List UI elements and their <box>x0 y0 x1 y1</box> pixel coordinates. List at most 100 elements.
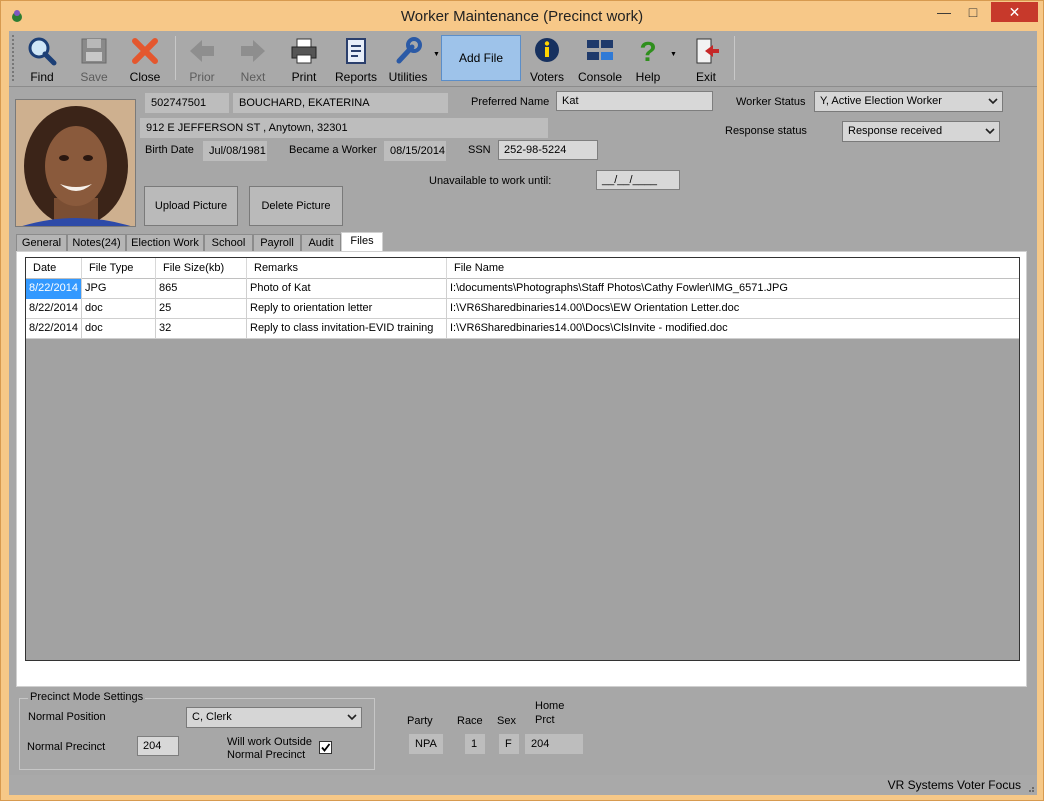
tab-school[interactable]: School <box>204 234 253 252</box>
prior-button[interactable]: Prior <box>183 34 221 84</box>
printer-icon <box>291 38 317 64</box>
cell-date[interactable]: 8/22/2014 <box>26 279 82 299</box>
unavailable-until-input[interactable]: __/__/____ <box>596 170 680 190</box>
worker-status-select[interactable]: Y, Active Election Worker <box>814 91 1003 112</box>
worker-id-field: 502747501 <box>145 93 229 113</box>
reports-button[interactable]: Reports <box>334 34 378 84</box>
worker-status-value: Y, Active Election Worker <box>820 95 942 107</box>
print-button[interactable]: Print <box>285 34 323 84</box>
precinct-mode-settings-title: Precinct Mode Settings <box>28 691 146 703</box>
exit-button[interactable]: Exit <box>687 34 725 84</box>
work-outside-label-line1: Will work Outside <box>227 736 312 748</box>
work-outside-label: Will work Outside Normal Precinct <box>227 736 312 762</box>
upload-picture-button[interactable]: Upload Picture <box>144 186 238 226</box>
normal-precinct-input[interactable]: 204 <box>137 736 179 756</box>
ssn-input[interactable]: 252-98-5224 <box>498 140 598 160</box>
cell-remarks[interactable]: Reply to class invitation-EVID training <box>247 319 447 339</box>
next-label: Next <box>240 70 266 84</box>
print-label: Print <box>291 70 317 84</box>
close-label: Close <box>129 70 161 84</box>
add-file-button[interactable]: Add File <box>441 35 521 81</box>
chevron-down-icon <box>988 98 998 105</box>
normal-precinct-label: Normal Precinct <box>27 741 106 753</box>
toolbar: Find Save Close Prior Next Print Reports… <box>9 31 1037 87</box>
cell-file-type[interactable]: doc <box>82 299 156 319</box>
tab-audit[interactable]: Audit <box>301 234 341 252</box>
cell-file-size[interactable]: 32 <box>156 319 247 339</box>
column-header-file-type[interactable]: File Type <box>82 258 156 279</box>
close-window-button[interactable]: ✕ <box>991 2 1038 22</box>
table-row[interactable]: 8/22/2014 doc 25 Reply to orientation le… <box>26 299 1019 319</box>
normal-position-select[interactable]: C, Clerk <box>186 707 362 728</box>
tab-files[interactable]: Files <box>341 232 383 253</box>
help-button[interactable]: ? Help <box>631 34 665 84</box>
column-header-file-name[interactable]: File Name <box>447 258 1019 279</box>
help-label: Help <box>635 70 661 84</box>
became-worker-field: 08/15/2014 <box>384 141 446 161</box>
exit-label: Exit <box>695 70 716 84</box>
resize-grip-icon[interactable] <box>1025 783 1035 793</box>
minimize-button[interactable]: — <box>929 2 959 22</box>
chevron-down-icon <box>347 714 357 721</box>
voters-label: Voters <box>529 70 565 84</box>
work-outside-label-line2: Normal Precinct <box>227 749 306 761</box>
toolbar-separator <box>175 36 176 80</box>
tab-notes[interactable]: Notes(24) <box>67 234 126 252</box>
tab-payroll[interactable]: Payroll <box>253 234 301 252</box>
chevron-down-icon <box>985 128 995 135</box>
left-arrow-icon <box>190 40 214 62</box>
sex-field: F <box>499 734 519 754</box>
became-worker-label: Became a Worker <box>289 144 377 156</box>
title-bar: Worker Maintenance (Precinct work) — □ ✕ <box>1 1 1043 31</box>
tab-election-work[interactable]: Election Work <box>126 234 204 252</box>
utilities-button[interactable]: Utilities <box>386 34 430 84</box>
close-button[interactable]: Close <box>126 34 164 84</box>
cell-file-size[interactable]: 25 <box>156 299 247 319</box>
console-label: Console <box>577 70 623 84</box>
delete-picture-button[interactable]: Delete Picture <box>249 186 343 226</box>
maximize-button[interactable]: □ <box>958 2 988 22</box>
voters-button[interactable]: Voters <box>528 34 566 84</box>
next-button[interactable]: Next <box>234 34 272 84</box>
files-tab-panel: Date File Type File Size(kb) Remarks Fil… <box>16 251 1027 687</box>
portrait-image <box>16 100 135 226</box>
cell-date[interactable]: 8/22/2014 <box>26 319 82 339</box>
exit-door-icon <box>696 38 719 64</box>
status-bar: VR Systems Voter Focus <box>9 775 1037 795</box>
question-mark-icon: ? <box>639 36 656 66</box>
save-button[interactable]: Save <box>75 34 113 84</box>
red-x-icon <box>132 38 158 64</box>
utilities-dropdown-icon[interactable]: ▼ <box>433 51 440 58</box>
console-button[interactable]: Console <box>577 34 623 84</box>
work-outside-checkbox[interactable] <box>319 741 332 754</box>
find-button[interactable]: Find <box>23 34 61 84</box>
table-row[interactable]: 8/22/2014 doc 32 Reply to class invitati… <box>26 319 1019 339</box>
column-header-remarks[interactable]: Remarks <box>247 258 447 279</box>
help-dropdown-icon[interactable]: ▼ <box>670 51 677 58</box>
cell-file-name[interactable]: I:\VR6Sharedbinaries14.00\Docs\ClsInvite… <box>447 319 1019 339</box>
cell-date[interactable]: 8/22/2014 <box>26 299 82 319</box>
tab-general[interactable]: General <box>16 234 67 252</box>
cell-file-name[interactable]: I:\documents\Photographs\Staff Photos\Ca… <box>447 279 1019 299</box>
normal-position-label: Normal Position <box>28 711 106 723</box>
checkmark-icon <box>321 743 331 752</box>
cell-remarks[interactable]: Reply to orientation letter <box>247 299 447 319</box>
table-row[interactable]: 8/22/2014 JPG 865 Photo of Kat I:\docume… <box>26 279 1019 299</box>
response-status-value: Response received <box>848 125 943 137</box>
preferred-name-input[interactable]: Kat <box>556 91 713 111</box>
cell-remarks[interactable]: Photo of Kat <box>247 279 447 299</box>
normal-position-value: C, Clerk <box>192 711 232 723</box>
cell-file-size[interactable]: 865 <box>156 279 247 299</box>
column-header-file-size[interactable]: File Size(kb) <box>156 258 247 279</box>
response-status-select[interactable]: Response received <box>842 121 1000 142</box>
prior-label: Prior <box>189 70 215 84</box>
race-label: Race <box>457 715 483 727</box>
files-grid-header: Date File Type File Size(kb) Remarks Fil… <box>26 258 1019 279</box>
cell-file-type[interactable]: doc <box>82 319 156 339</box>
utilities-label: Utilities <box>388 70 428 84</box>
column-header-date[interactable]: Date <box>26 258 82 279</box>
sex-label: Sex <box>497 715 516 727</box>
cell-file-type[interactable]: JPG <box>82 279 156 299</box>
worker-address-field: 912 E JEFFERSON ST , Anytown, 32301 <box>140 118 548 138</box>
cell-file-name[interactable]: I:\VR6Sharedbinaries14.00\Docs\EW Orient… <box>447 299 1019 319</box>
